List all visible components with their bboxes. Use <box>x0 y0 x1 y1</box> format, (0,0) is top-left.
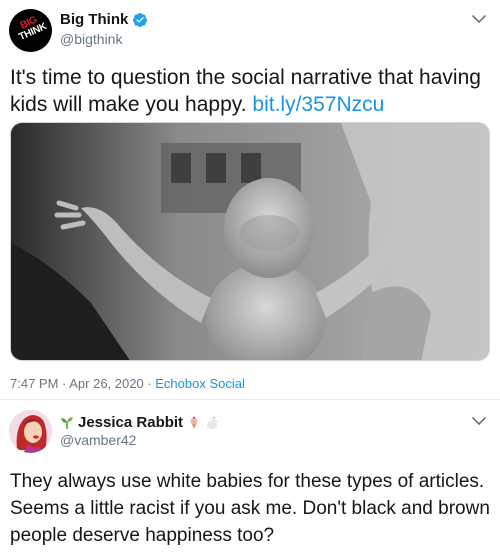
author-handle[interactable]: @vamber42 <box>60 432 136 448</box>
verified-badge-icon <box>133 12 148 27</box>
reply-card: Jessica Rabbit @vamber42 They always use… <box>0 400 500 552</box>
tweet-timestamp[interactable]: 7:47 PM · Apr 26, 2020 · <box>10 376 155 391</box>
author-display-name[interactable]: Big Think <box>60 11 128 28</box>
brand-logo: BIG THINK <box>17 14 49 44</box>
ice-cream-icon <box>190 416 198 429</box>
tweet-source[interactable]: Echobox Social <box>155 376 245 391</box>
sprout-icon <box>61 416 73 429</box>
tweet-link[interactable]: bit.ly/357Nzcu <box>252 93 384 116</box>
author-name-row: Jessica Rabbit <box>60 414 219 431</box>
tweet-image[interactable] <box>10 122 490 361</box>
chevron-down-icon[interactable] <box>472 416 486 426</box>
author-display-name[interactable]: Jessica Rabbit <box>78 414 183 431</box>
avatar-illustration-icon <box>9 410 52 453</box>
chicken-icon <box>207 416 218 429</box>
tweet-meta: 7:47 PM · Apr 26, 2020 · Echobox Social <box>10 376 245 391</box>
avatar[interactable]: BIG THINK <box>9 9 52 52</box>
chevron-down-icon[interactable] <box>472 14 486 24</box>
avatar[interactable] <box>9 410 52 453</box>
tweet-text: It's time to question the social narrati… <box>10 64 494 118</box>
newborn-baby-photo-icon <box>11 123 489 360</box>
tweet-card: BIG THINK Big Think @bigthink It's time … <box>0 0 500 400</box>
author-name-row: Big Think <box>60 11 148 28</box>
reply-text: They always use white babies for these t… <box>10 471 490 546</box>
author-handle[interactable]: @bigthink <box>60 31 122 47</box>
tweet-body: It's time to question the social narrati… <box>10 66 481 116</box>
